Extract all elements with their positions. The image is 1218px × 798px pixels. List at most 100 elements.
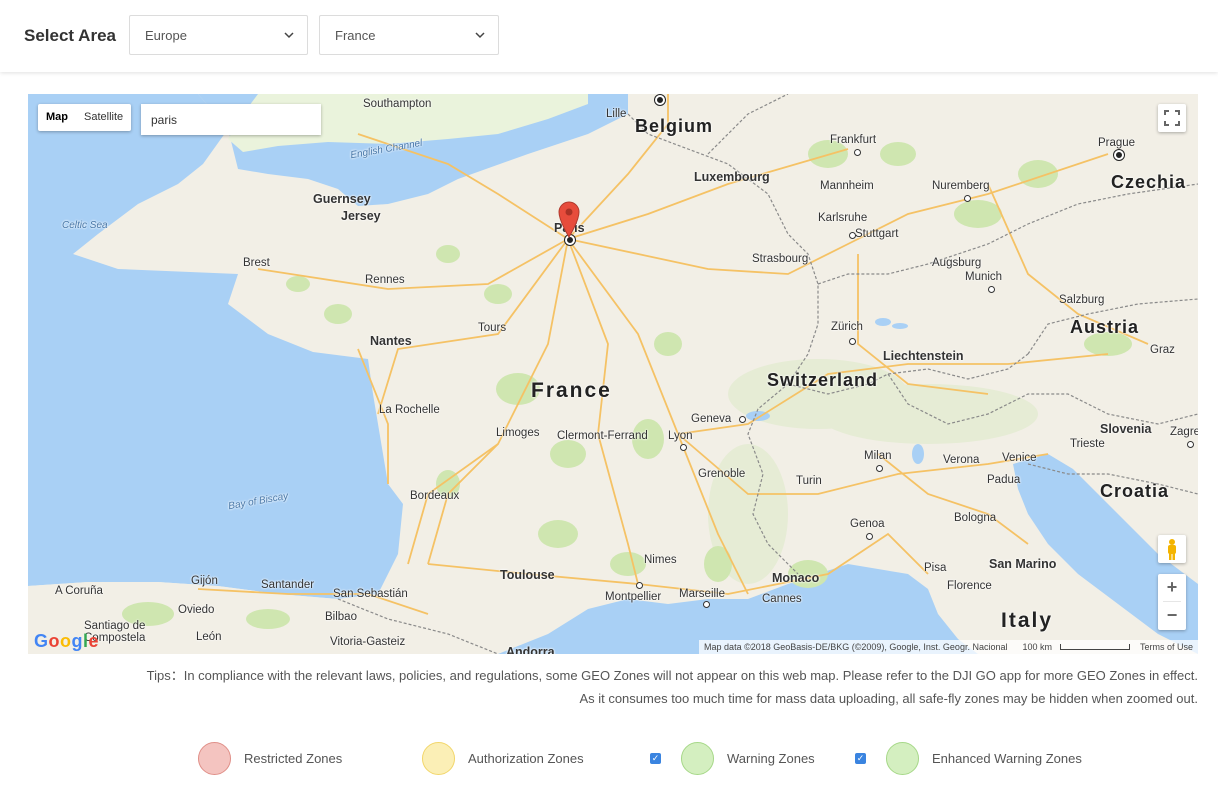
map-label-vitoria-gasteiz: Vitoria-Gasteiz (330, 636, 406, 648)
map-label-geneva: Geneva (691, 413, 732, 425)
map-label-munich: Munich (965, 271, 1003, 283)
map-label-southampton: Southampton (363, 98, 432, 110)
map-label-brest: Brest (243, 257, 270, 269)
map-label-lyon: Lyon (668, 430, 693, 442)
map-scale-label: 100 km (1022, 642, 1052, 652)
street-view-button[interactable] (1158, 535, 1186, 563)
region-select-value: Europe (145, 28, 187, 43)
map-label-austria: Austria (1070, 317, 1140, 337)
map-attribution-bar: Map data ©2018 GeoBasis-DE/BKG (©2009), … (699, 640, 1198, 654)
map-label-strasbourg: Strasbourg (752, 253, 809, 265)
restricted-zone-swatch (198, 742, 231, 775)
map-label-venice: Venice (1002, 452, 1037, 464)
city-marker (636, 582, 643, 589)
map-label-croatia: Croatia (1100, 481, 1170, 501)
map-label-trieste: Trieste (1070, 438, 1105, 450)
tips-line-1: Tips：In compliance with the relevant law… (146, 668, 1198, 683)
warning-zones-checkbox[interactable]: ✓ (650, 753, 661, 764)
map-label-milan: Milan (864, 450, 892, 462)
city-marker (964, 195, 971, 202)
pegman-icon (1168, 539, 1176, 560)
city-marker (854, 149, 861, 156)
map-type-control: Map Satellite (38, 104, 132, 131)
map-type-satellite-button[interactable]: Satellite (76, 104, 131, 131)
map-label-san-marino: San Marino (989, 557, 1057, 571)
map-scale: 100 km (1012, 642, 1135, 652)
city-marker (849, 232, 856, 239)
map-label-a-coruna: A Coruña (55, 585, 103, 597)
chevron-down-icon (283, 25, 295, 48)
map-label-gijon: Gijón (191, 575, 218, 587)
map-label-czechia: Czechia (1111, 172, 1187, 192)
tips-line-2: As it consumes too much time for mass da… (579, 691, 1198, 706)
map-label-tours: Tours (478, 322, 507, 334)
map-label-celtic-sea: Celtic Sea (62, 220, 108, 231)
map-label-cannes: Cannes (762, 593, 802, 605)
warning-zone-swatch (681, 742, 714, 775)
zone-legend: Restricted Zones Authorization Zones ✓ W… (0, 740, 1218, 778)
country-select-value: France (335, 28, 376, 43)
city-marker (866, 533, 873, 540)
map-label-san-sebastian: San Sebastián (333, 588, 408, 600)
city-marker (988, 286, 995, 293)
tips-text: Tips：In compliance with the relevant law… (147, 664, 1198, 710)
map-label-clermont-ferrand: Clermont-Ferrand (557, 430, 648, 442)
select-area-title: Select Area (24, 26, 116, 45)
map-label-leon: León (196, 631, 222, 643)
map-label-guernsey: Guernsey (313, 192, 371, 206)
map-type-map-button[interactable]: Map (38, 104, 76, 131)
geo-zone-map[interactable]: Southampton Lille Belgium Frankfurt Prag… (28, 94, 1198, 654)
area-selector-bar: Select Area Europe France (0, 0, 1218, 72)
map-label-santander: Santander (261, 579, 315, 591)
country-select[interactable]: France (319, 15, 499, 55)
map-label-genoa: Genoa (850, 518, 885, 530)
fullscreen-icon (1164, 110, 1180, 126)
map-search-input[interactable] (141, 104, 321, 135)
location-pin-icon[interactable] (557, 200, 581, 238)
city-marker (680, 444, 687, 451)
enhanced-warning-zones-label: Enhanced Warning Zones (932, 751, 1082, 766)
zoom-out-button[interactable]: − (1158, 602, 1186, 629)
city-marker (849, 338, 856, 345)
scale-bar (1059, 644, 1130, 650)
restricted-zones-label: Restricted Zones (244, 751, 343, 766)
chevron-down-icon (474, 25, 486, 48)
warning-zones-label: Warning Zones (727, 751, 815, 766)
capital-marker (1116, 152, 1122, 158)
map-label-karlsruhe: Karlsruhe (818, 212, 868, 224)
map-label-augsburg: Augsburg (932, 257, 982, 269)
map-label-montpellier: Montpellier (605, 591, 662, 603)
map-label-lille: Lille (606, 108, 627, 120)
map-label-florence: Florence (947, 580, 992, 592)
map-label-graz: Graz (1150, 344, 1175, 356)
terms-of-use-link[interactable]: Terms of Use (1135, 642, 1198, 652)
map-label-liechtenstein: Liechtenstein (883, 349, 964, 363)
map-label-zurich: Zürich (831, 321, 863, 333)
map-label-grenoble: Grenoble (698, 468, 746, 480)
map-label-marseille: Marseille (679, 588, 726, 600)
map-label-nimes: Nimes (644, 554, 677, 566)
map-label-verona: Verona (943, 454, 980, 466)
region-select[interactable]: Europe (129, 15, 308, 55)
map-label-luxembourg: Luxembourg (694, 170, 770, 184)
map-label-bologna: Bologna (954, 512, 997, 524)
fullscreen-button[interactable] (1158, 104, 1186, 132)
map-label-padua: Padua (987, 474, 1021, 486)
map-label-la-rochelle: La Rochelle (379, 404, 440, 416)
map-label-pisa: Pisa (924, 562, 947, 574)
map-label-frankfurt: Frankfurt (830, 134, 877, 146)
map-label-nuremberg: Nuremberg (932, 180, 990, 192)
enhanced-warning-zones-checkbox[interactable]: ✓ (855, 753, 866, 764)
enhanced-warning-zone-swatch (886, 742, 919, 775)
map-label-prague: Prague (1098, 137, 1136, 149)
map-label-france: France (531, 379, 612, 402)
map-label-oviedo: Oviedo (178, 604, 215, 616)
zoom-in-button[interactable]: + (1158, 574, 1186, 601)
map-search-box (141, 104, 321, 135)
map-label-turin: Turin (796, 475, 822, 487)
city-marker (1187, 441, 1194, 448)
map-label-limoges: Limoges (496, 427, 540, 439)
city-marker (876, 465, 883, 472)
authorization-zone-swatch (422, 742, 455, 775)
zoom-control: + − (1158, 574, 1186, 630)
